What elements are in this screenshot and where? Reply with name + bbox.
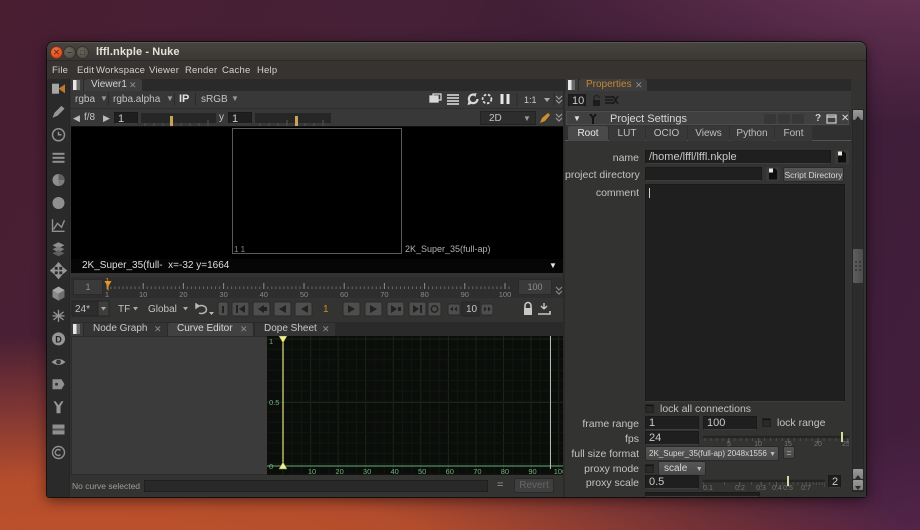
svg-text:90: 90 xyxy=(461,290,469,298)
svg-text:60: 60 xyxy=(446,467,454,475)
svg-text:50: 50 xyxy=(300,290,308,298)
svg-text:100: 100 xyxy=(554,467,563,475)
svg-text:50: 50 xyxy=(418,467,426,475)
svg-text:0.4: 0.4 xyxy=(772,485,782,490)
svg-text:10: 10 xyxy=(308,467,316,475)
svg-text:60: 60 xyxy=(340,290,348,298)
svg-text:30: 30 xyxy=(219,290,227,298)
svg-text:20: 20 xyxy=(179,290,187,298)
svg-text:20: 20 xyxy=(335,467,343,475)
svg-text:1: 1 xyxy=(269,337,273,346)
svg-text:40: 40 xyxy=(391,467,399,475)
svg-text:90: 90 xyxy=(528,467,536,475)
svg-text:1: 1 xyxy=(323,304,329,315)
svg-text:0: 0 xyxy=(269,462,273,471)
svg-text:0.3: 0.3 xyxy=(756,485,766,490)
svg-text:20: 20 xyxy=(814,441,822,446)
svg-text:70: 70 xyxy=(380,290,388,298)
svg-text:10: 10 xyxy=(466,304,478,315)
svg-text:TF: TF xyxy=(118,304,130,315)
svg-text:0.7: 0.7 xyxy=(801,485,811,490)
svg-text:70: 70 xyxy=(473,467,481,475)
svg-text:24*: 24* xyxy=(75,304,90,315)
svg-text:1: 1 xyxy=(106,278,110,285)
svg-text:0.1: 0.1 xyxy=(703,485,713,490)
svg-text:25: 25 xyxy=(842,441,849,446)
svg-text:80: 80 xyxy=(420,290,428,298)
svg-text:100: 100 xyxy=(499,290,512,298)
svg-text:Global: Global xyxy=(148,304,177,315)
svg-text:0.5: 0.5 xyxy=(269,398,279,407)
svg-text:1: 1 xyxy=(105,290,109,298)
svg-text:40: 40 xyxy=(260,290,268,298)
svg-text:30: 30 xyxy=(363,467,371,475)
svg-text:D: D xyxy=(55,334,62,344)
svg-text:1:1: 1:1 xyxy=(524,95,537,105)
svg-text:80: 80 xyxy=(501,467,509,475)
svg-text:0.2: 0.2 xyxy=(735,485,745,490)
svg-text:10: 10 xyxy=(139,290,147,298)
